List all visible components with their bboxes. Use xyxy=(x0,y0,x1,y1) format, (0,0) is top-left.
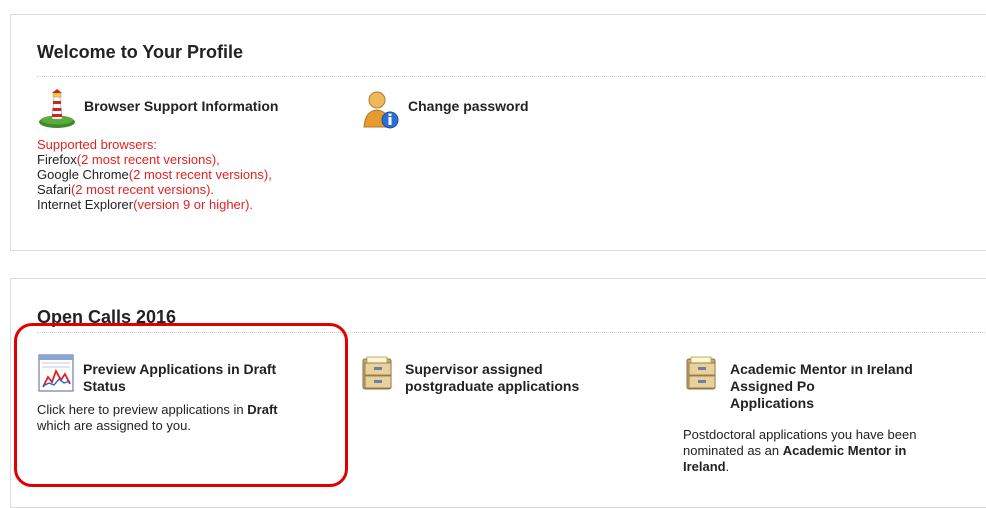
academic-mentor-applications[interactable]: Academic Mentor in Ireland Assigned Po A… xyxy=(683,353,983,483)
browser-safari: Safari(2 most recent versions). xyxy=(37,182,215,197)
academic-mentor-title: Academic Mentor in Ireland Assigned Po A… xyxy=(730,361,913,411)
browser-support-title: Browser Support Information xyxy=(84,98,279,114)
filing-cabinet-icon xyxy=(686,356,716,390)
browser-ie: Internet Explorer(version 9 or higher). xyxy=(37,197,254,212)
tooltip-occlusion xyxy=(813,357,873,365)
change-password-title: Change password xyxy=(408,98,529,114)
change-password-link[interactable]: Change password xyxy=(361,89,621,137)
supervisor-assigned-applications[interactable]: Supervisor assigned postgraduate applica… xyxy=(359,353,619,401)
profile-title: Welcome to Your Profile xyxy=(37,42,244,62)
filing-cabinet-icon xyxy=(362,356,392,390)
browser-support-section: Browser Support Information Supported br… xyxy=(37,89,347,229)
highlight-annotation xyxy=(14,323,348,487)
profile-divider xyxy=(37,76,986,77)
lighthouse-icon xyxy=(39,89,75,128)
supported-browsers-list: Supported browsers: Firefox(2 most recen… xyxy=(37,137,272,212)
browser-chrome: Google Chrome(2 most recent versions), xyxy=(37,167,272,182)
supported-browsers-heading: Supported browsers: xyxy=(37,137,157,152)
user-key-icon xyxy=(363,91,399,129)
browser-firefox: Firefox(2 most recent versions), xyxy=(37,152,220,167)
academic-mentor-description: Postdoctoral applications you have been … xyxy=(683,427,917,474)
supervisor-assigned-title: Supervisor assigned postgraduate applica… xyxy=(405,361,580,394)
profile-panel: Welcome to Your Profile Browser Support … xyxy=(10,14,986,251)
